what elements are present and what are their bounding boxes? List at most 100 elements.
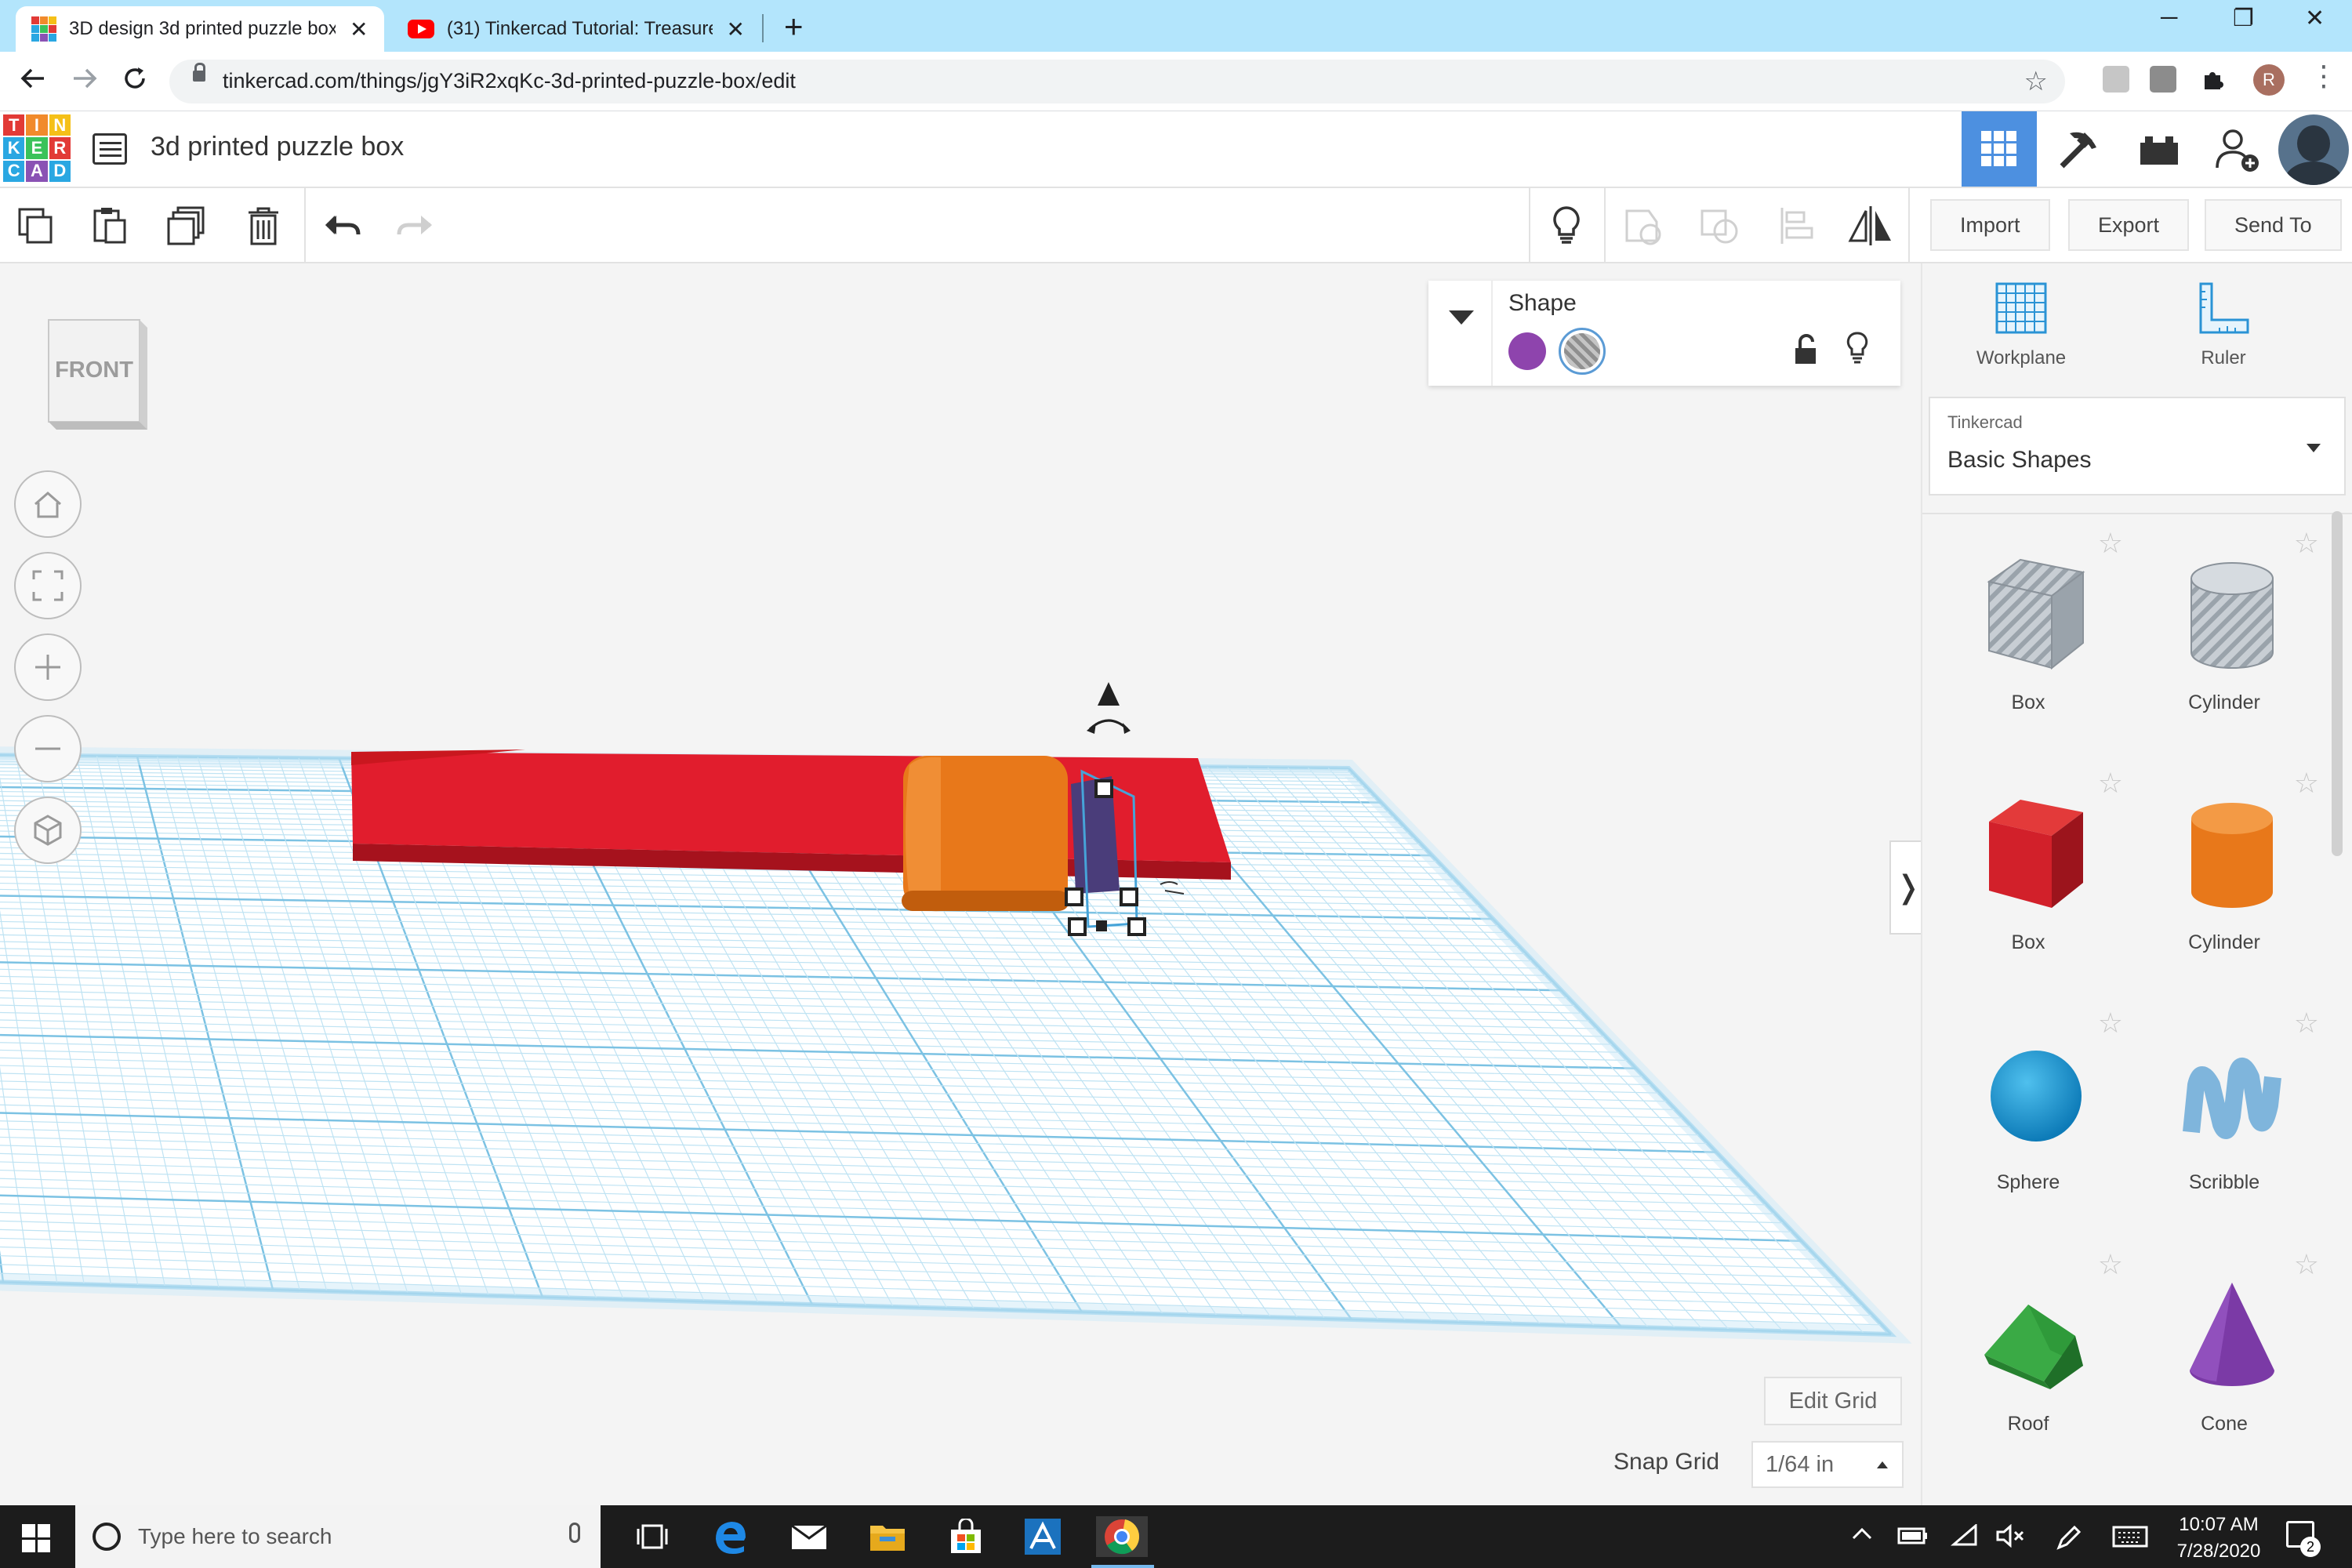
ungroup-icon[interactable]: [1697, 202, 1744, 249]
edit-grid-button[interactable]: Edit Grid: [1764, 1377, 1902, 1425]
pen-icon[interactable]: [2054, 1524, 2082, 1558]
shape-library-select[interactable]: Tinkercad Basic Shapes: [1929, 397, 2346, 495]
collapse-inspector-icon[interactable]: [1449, 310, 1474, 325]
volume-muted-icon[interactable]: [1996, 1523, 2027, 1553]
back-icon[interactable]: [17, 63, 49, 101]
zoom-in-icon[interactable]: [14, 633, 82, 701]
import-button[interactable]: Import: [1930, 199, 2050, 251]
delete-icon[interactable]: [240, 202, 287, 249]
show-hidden-icons-icon[interactable]: [1850, 1523, 1874, 1552]
favorite-star-icon[interactable]: ☆: [2098, 767, 2123, 800]
lock-icon[interactable]: [1792, 334, 1819, 369]
microphone-icon[interactable]: [569, 1523, 580, 1543]
edge-icon[interactable]: [710, 1516, 751, 1557]
shape-box-hole[interactable]: ☆ Box: [1930, 527, 2126, 762]
task-view-icon[interactable]: [632, 1516, 673, 1557]
hole-swatch[interactable]: [1559, 328, 1606, 375]
lock-icon[interactable]: [193, 63, 205, 82]
close-window-button[interactable]: ✕: [2305, 5, 2325, 32]
store-icon[interactable]: [946, 1516, 986, 1557]
align-icon[interactable]: [1773, 202, 1820, 249]
duplicate-icon[interactable]: [163, 202, 210, 249]
perspective-icon[interactable]: [14, 797, 82, 864]
address-bar[interactable]: tinkercad.com/things/jgY3iR2xqKc-3d-prin…: [169, 60, 2065, 103]
menu-icon[interactable]: ⋮: [2310, 60, 2338, 93]
group-icon[interactable]: [1620, 202, 1667, 249]
keyboard-icon[interactable]: [2112, 1524, 2148, 1553]
shape-cylinder-hole[interactable]: ☆ Cylinder: [2126, 527, 2322, 762]
collapse-panel-button[interactable]: ❭: [1889, 840, 1921, 935]
taskbar-search[interactable]: Type here to search: [75, 1505, 601, 1568]
favorite-star-icon[interactable]: ☆: [2294, 767, 2319, 800]
3d-design-grid-icon[interactable]: [1962, 111, 2037, 187]
extensions-icon[interactable]: [2200, 66, 2227, 93]
favorite-star-icon[interactable]: ☆: [2098, 527, 2123, 560]
mail-icon[interactable]: [789, 1516, 829, 1557]
redo-icon[interactable]: [392, 202, 439, 249]
design-title[interactable]: 3d printed puzzle box: [151, 132, 404, 162]
resize-handle[interactable]: [1094, 779, 1113, 798]
visibility-bulb-icon[interactable]: [1844, 331, 1871, 369]
wifi-icon[interactable]: [1950, 1523, 1979, 1553]
tab-tinkercad-design[interactable]: 3D design 3d printed puzzle box ✕: [16, 6, 384, 52]
export-button[interactable]: Export: [2068, 199, 2190, 251]
orange-cylinder[interactable]: [902, 756, 1069, 912]
lift-arrow-handle[interactable]: [1087, 682, 1131, 734]
shape-cone[interactable]: ☆ Cone: [2126, 1248, 2322, 1483]
design-list-icon[interactable]: [93, 133, 127, 165]
resize-handle[interactable]: [1120, 887, 1138, 906]
close-tab-icon[interactable]: ✕: [727, 16, 745, 42]
resize-handle[interactable]: [1065, 887, 1083, 906]
lego-bricks-icon[interactable]: [2122, 111, 2197, 187]
bookmark-star-icon[interactable]: ☆: [2024, 66, 2048, 97]
favorite-star-icon[interactable]: ☆: [2294, 527, 2319, 560]
extension-2-icon[interactable]: [2150, 66, 2176, 93]
solid-color-swatch[interactable]: [1508, 332, 1546, 370]
shape-cylinder[interactable]: ☆ Cylinder: [2126, 767, 2322, 1002]
chrome-icon[interactable]: [1096, 1516, 1148, 1557]
notes-lightbulb-icon[interactable]: [1543, 202, 1590, 249]
favorite-star-icon[interactable]: ☆: [2098, 1007, 2123, 1040]
workplane-scene[interactable]: [0, 263, 1921, 1505]
minimize-button[interactable]: ─: [2161, 5, 2177, 31]
user-avatar[interactable]: [2278, 114, 2349, 185]
resize-handle[interactable]: [1127, 917, 1146, 936]
shape-box[interactable]: ☆ Box: [1930, 767, 2126, 1002]
profile-avatar[interactable]: R: [2253, 64, 2285, 96]
zoom-out-icon[interactable]: [14, 715, 82, 782]
sidepanel-scrollbar[interactable]: [2332, 511, 2343, 856]
home-view-icon[interactable]: [14, 470, 82, 538]
ruler-tool[interactable]: Ruler: [2161, 281, 2286, 369]
mirror-icon[interactable]: [1847, 202, 1894, 249]
affinity-icon[interactable]: [1022, 1516, 1063, 1557]
tinkercad-logo[interactable]: T I N K E R C A D: [3, 114, 71, 182]
undo-icon[interactable]: [318, 202, 365, 249]
favorite-star-icon[interactable]: ☆: [2294, 1248, 2319, 1281]
paste-icon[interactable]: [86, 202, 133, 249]
shape-roof[interactable]: ☆ Roof: [1930, 1248, 2126, 1483]
shape-sphere[interactable]: ☆ Sphere: [1930, 1007, 2126, 1242]
add-user-icon[interactable]: [2200, 111, 2275, 187]
reload-icon[interactable]: [119, 63, 151, 101]
copy-icon[interactable]: [13, 202, 60, 249]
file-explorer-icon[interactable]: [867, 1516, 908, 1557]
close-tab-icon[interactable]: ✕: [350, 16, 368, 42]
tab-youtube-tutorial[interactable]: (31) Tinkercad Tutorial: Treasure ✕: [392, 6, 760, 52]
favorite-star-icon[interactable]: ☆: [2098, 1248, 2123, 1281]
system-clock[interactable]: 10:07 AM 7/28/2020: [2148, 1512, 2289, 1565]
resize-handle[interactable]: [1096, 920, 1107, 931]
windows-start-icon[interactable]: [22, 1524, 50, 1552]
favorite-star-icon[interactable]: ☆: [2294, 1007, 2319, 1040]
snap-grid-select[interactable]: 1/64 in: [1751, 1441, 1904, 1488]
battery-icon[interactable]: [1897, 1524, 1929, 1553]
shape-scribble[interactable]: ☆ Scribble: [2126, 1007, 2322, 1242]
extension-1-icon[interactable]: [2103, 66, 2129, 93]
new-tab-button[interactable]: +: [784, 8, 804, 45]
maximize-button[interactable]: ❐: [2233, 5, 2254, 32]
view-cube[interactable]: FRONT: [44, 315, 147, 433]
fit-view-icon[interactable]: [14, 552, 82, 619]
workplane-tool[interactable]: Workplane: [1958, 281, 2084, 369]
resize-handle[interactable]: [1068, 917, 1087, 936]
send-to-button[interactable]: Send To: [2205, 199, 2342, 251]
design-canvas[interactable]: FRONT Shape ❭ Edit Grid Snap Grid 1/64 i…: [0, 263, 1921, 1505]
